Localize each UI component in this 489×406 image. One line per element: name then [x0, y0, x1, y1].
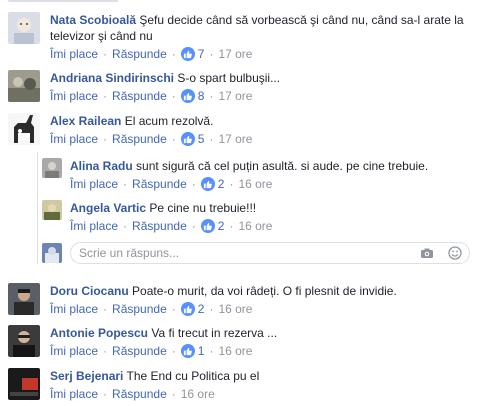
comment-text: Şefu decide când să vorbească şi când nu… — [139, 13, 464, 27]
commenter-name[interactable]: Andriana Sindirinschi — [50, 71, 174, 85]
comment-text: The End cu Politica pu el — [126, 369, 260, 383]
previous-comment-divider — [0, 0, 489, 6]
timestamp[interactable]: 16 ore — [238, 218, 272, 234]
comment-text: Va fi trecut in rezerva ... — [151, 326, 278, 340]
thumbs-up-icon — [180, 89, 195, 103]
avatar[interactable] — [8, 12, 40, 44]
like-button[interactable]: Îmi place — [50, 131, 98, 147]
commenter-name[interactable]: Alex Railean — [50, 114, 121, 128]
like-count[interactable]: 2 — [180, 301, 204, 317]
like-count[interactable]: 8 — [180, 88, 204, 104]
thumbs-up-icon — [180, 302, 195, 316]
avatar[interactable] — [42, 158, 62, 178]
reply-button[interactable]: Răspunde — [112, 131, 167, 147]
like-button[interactable]: Îmi place — [50, 386, 98, 402]
like-button[interactable]: Îmi place — [70, 176, 118, 192]
avatar[interactable] — [8, 113, 40, 145]
like-button[interactable]: Îmi place — [50, 88, 98, 104]
timestamp[interactable]: 17 ore — [218, 46, 252, 62]
timestamp[interactable]: 16 ore — [218, 343, 252, 359]
avatar[interactable] — [8, 283, 40, 315]
reply-composer — [42, 242, 472, 264]
avatar[interactable] — [8, 325, 40, 357]
reply-button[interactable]: Răspunde — [132, 218, 187, 234]
like-count[interactable]: 1 — [180, 343, 204, 359]
camera-icon[interactable] — [420, 246, 434, 260]
thumbs-up-icon — [180, 47, 195, 61]
reply-button[interactable]: Răspunde — [112, 46, 167, 62]
avatar[interactable] — [42, 200, 62, 220]
commenter-name[interactable]: Antonie Popescu — [50, 326, 148, 340]
reply-button[interactable]: Răspunde — [112, 386, 167, 402]
reply-thread-line — [37, 152, 38, 264]
avatar[interactable] — [8, 70, 40, 102]
commenter-name[interactable]: Angela Vartic — [70, 201, 146, 215]
reply-text: sunt sigură că cel puțin asultă. si aude… — [136, 159, 429, 173]
commenter-name[interactable]: Serj Bejenari — [50, 369, 123, 383]
comment-text-continued: televizor şi când nu — [50, 29, 153, 43]
timestamp[interactable]: 17 ore — [218, 131, 252, 147]
reply-button[interactable]: Răspunde — [132, 176, 187, 192]
reply-button[interactable]: Răspunde — [112, 88, 167, 104]
timestamp[interactable]: 16 ore — [218, 301, 252, 317]
timestamp[interactable]: 17 ore — [218, 88, 252, 104]
like-count[interactable]: 2 — [200, 176, 224, 192]
reply-input[interactable] — [70, 242, 470, 264]
thumbs-up-icon — [180, 344, 195, 358]
commenter-name[interactable]: Nata Scobioală — [50, 13, 136, 27]
like-count[interactable]: 2 — [200, 218, 224, 234]
thumbs-up-icon — [200, 177, 215, 191]
like-button[interactable]: Îmi place — [50, 46, 98, 62]
commenter-name[interactable]: Alina Radu — [70, 159, 133, 173]
comment-text: Poate-o murit, da voi râdeți. O fi plesn… — [132, 284, 397, 298]
reply-button[interactable]: Răspunde — [112, 301, 167, 317]
like-count[interactable]: 7 — [180, 46, 204, 62]
like-button[interactable]: Îmi place — [70, 218, 118, 234]
comment-text: El acum rezolvă. — [124, 114, 214, 128]
thumbs-up-icon — [180, 132, 195, 146]
like-count[interactable]: 5 — [180, 131, 204, 147]
avatar — [42, 243, 62, 263]
comment-text: S-o spart bulbuşii... — [177, 71, 281, 85]
like-button[interactable]: Îmi place — [50, 343, 98, 359]
reply-button[interactable]: Răspunde — [112, 343, 167, 359]
timestamp[interactable]: 16 ore — [181, 386, 215, 402]
like-button[interactable]: Îmi place — [50, 301, 98, 317]
reply-text: Pe cine nu trebuie!!! — [149, 201, 257, 215]
avatar[interactable] — [8, 368, 40, 400]
emoji-icon[interactable] — [448, 246, 462, 260]
timestamp[interactable]: 16 ore — [238, 176, 272, 192]
thumbs-up-icon — [200, 219, 215, 233]
commenter-name[interactable]: Doru Ciocanu — [50, 284, 129, 298]
